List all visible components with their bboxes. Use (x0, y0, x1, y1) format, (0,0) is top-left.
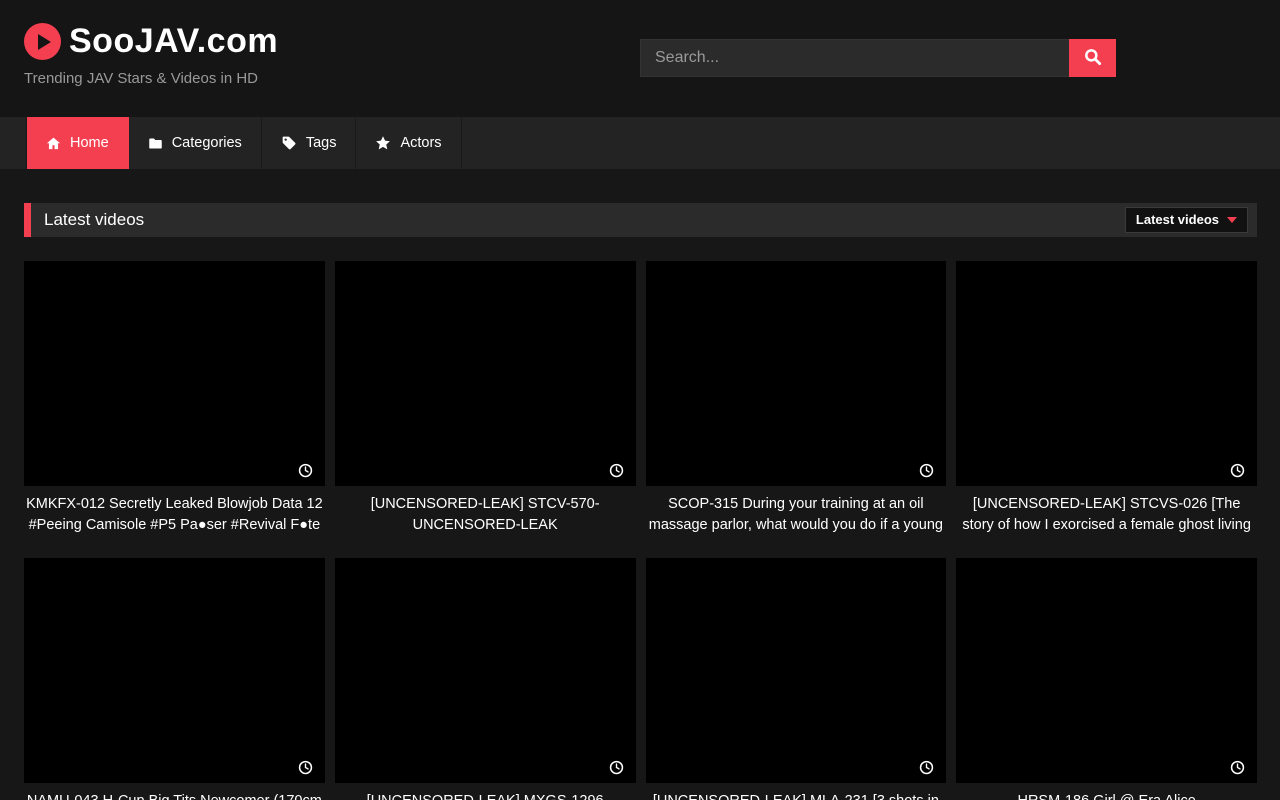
search-icon (1083, 47, 1103, 70)
nav-item-label: Categories (172, 135, 242, 151)
clock-icon (919, 760, 934, 775)
video-title[interactable]: [UNCENSORED-LEAK] STCV-570-UNCENSORED-LE… (335, 494, 636, 536)
home-icon (46, 136, 61, 151)
section-title: Latest videos (44, 210, 144, 230)
video-card[interactable]: SCOP-315 During your training at an oil … (646, 261, 947, 536)
video-card[interactable]: [UNCENSORED-LEAK] STCVS-026 [The story o… (956, 261, 1257, 536)
video-card[interactable]: [UNCENSORED-LEAK] MXGS-1296 Absolutely (335, 558, 636, 800)
video-thumbnail[interactable] (646, 261, 947, 486)
video-thumbnail[interactable] (956, 558, 1257, 783)
video-card[interactable]: NAMU-043 H-Cup Big Tits Newcomer (170cm … (24, 558, 325, 800)
nav-item-home[interactable]: Home (26, 117, 129, 169)
sort-dropdown[interactable]: Latest videos (1125, 207, 1248, 233)
nav-item-label: Home (70, 135, 109, 151)
video-title[interactable]: [UNCENSORED-LEAK] MLA-231 [3 shots in (646, 791, 947, 800)
video-thumbnail[interactable] (335, 558, 636, 783)
video-card[interactable]: KMKFX-012 Secretly Leaked Blowjob Data 1… (24, 261, 325, 536)
main-content: Latest videos Latest videos KMKFX-012 Se… (24, 203, 1257, 800)
clock-icon (609, 760, 624, 775)
clock-icon (298, 760, 313, 775)
sort-dropdown-label: Latest videos (1136, 212, 1219, 227)
clock-icon (298, 463, 313, 478)
video-title[interactable]: SCOP-315 During your training at an oil … (646, 494, 947, 536)
search-button[interactable] (1069, 39, 1116, 77)
play-icon (24, 23, 61, 60)
video-card[interactable]: HRSM-186 Girl @ Era Alice (956, 558, 1257, 800)
video-thumbnail[interactable] (335, 261, 636, 486)
tags-icon (281, 135, 297, 151)
video-title[interactable]: HRSM-186 Girl @ Era Alice (956, 791, 1257, 800)
logo-block: SooJAV.com Trending JAV Stars & Videos i… (24, 22, 278, 87)
star-icon (375, 135, 391, 151)
site-title: SooJAV.com (69, 22, 278, 61)
search-form (640, 39, 1116, 77)
chevron-down-icon (1227, 217, 1237, 223)
clock-icon (609, 463, 624, 478)
clock-icon (919, 463, 934, 478)
video-thumbnail[interactable] (24, 558, 325, 783)
nav-item-label: Actors (400, 135, 441, 151)
nav-item-tags[interactable]: Tags (262, 117, 357, 169)
video-title[interactable]: [UNCENSORED-LEAK] STCVS-026 [The story o… (956, 494, 1257, 536)
nav-item-label: Tags (306, 135, 337, 151)
video-title[interactable]: NAMU-043 H-Cup Big Tits Newcomer (170cm … (24, 791, 325, 800)
nav-item-actors[interactable]: Actors (356, 117, 461, 169)
section-header: Latest videos Latest videos (24, 203, 1257, 237)
clock-icon (1230, 463, 1245, 478)
folder-icon (148, 136, 163, 151)
site-header: SooJAV.com Trending JAV Stars & Videos i… (0, 0, 1280, 117)
nav-item-categories[interactable]: Categories (129, 117, 262, 169)
site-tagline: Trending JAV Stars & Videos in HD (24, 70, 278, 87)
video-card[interactable]: [UNCENSORED-LEAK] STCV-570-UNCENSORED-LE… (335, 261, 636, 536)
video-card[interactable]: [UNCENSORED-LEAK] MLA-231 [3 shots in (646, 558, 947, 800)
main-nav: Home Categories Tags Actors (0, 117, 1280, 169)
video-thumbnail[interactable] (956, 261, 1257, 486)
video-grid: KMKFX-012 Secretly Leaked Blowjob Data 1… (24, 261, 1257, 800)
video-title[interactable]: KMKFX-012 Secretly Leaked Blowjob Data 1… (24, 494, 325, 536)
site-logo[interactable]: SooJAV.com (24, 22, 278, 61)
video-title[interactable]: [UNCENSORED-LEAK] MXGS-1296 Absolutely (335, 791, 636, 800)
video-thumbnail[interactable] (646, 558, 947, 783)
clock-icon (1230, 760, 1245, 775)
search-input[interactable] (640, 39, 1069, 77)
video-thumbnail[interactable] (24, 261, 325, 486)
